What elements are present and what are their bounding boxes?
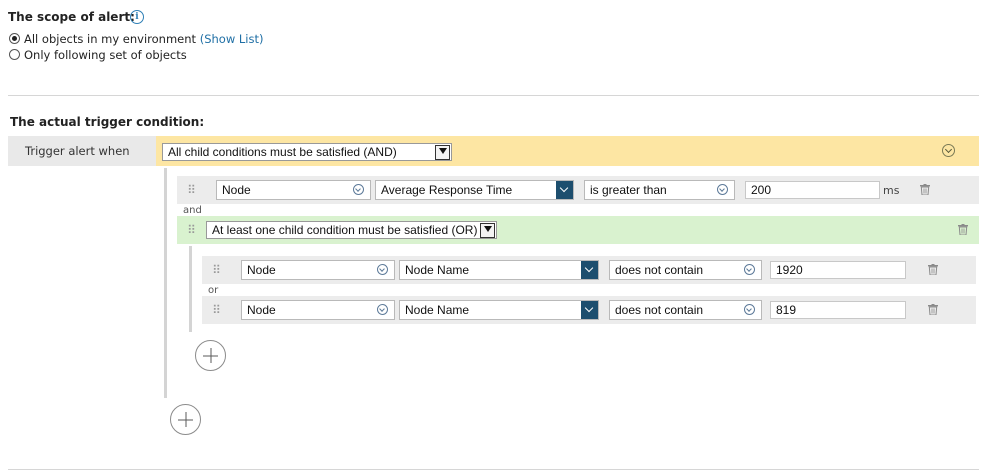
or-condition-row: ⠿ Node Node Name does not contain 819 (202, 296, 976, 324)
drag-handle-icon[interactable]: ⠿ (211, 264, 221, 276)
or-condition-field-select[interactable]: Node Name (399, 260, 599, 280)
chevron-down-icon (377, 264, 388, 275)
chevron-down-icon (581, 261, 598, 279)
show-list-link[interactable]: (Show List) (200, 32, 264, 46)
and-connector-label: and (183, 205, 202, 216)
trigger-label: Trigger alert when (25, 144, 130, 158)
radio-all-objects-label: All objects in my environment (Show List… (24, 32, 263, 46)
radio-all-objects[interactable] (9, 33, 20, 44)
condition-row: ⠿ Node Average Response Time is greater … (177, 176, 979, 204)
trigger-label-box: Trigger alert when (8, 136, 156, 166)
chevron-down-icon (744, 264, 755, 275)
chevron-down-icon (435, 145, 450, 160)
condition-value-input[interactable]: 200 (745, 181, 880, 199)
or-condition-value-input[interactable]: 1920 (770, 261, 906, 279)
chevron-down-icon (717, 184, 728, 195)
scope-title: The scope of alert: (8, 10, 135, 24)
delete-trash-icon[interactable] (958, 224, 968, 238)
drag-handle-icon[interactable]: ⠿ (211, 304, 221, 316)
and-group-rail (164, 168, 167, 398)
condition-object-value: Node (222, 183, 251, 197)
or-condition-operator-value: does not contain (615, 303, 704, 317)
or-group-rail (189, 246, 192, 332)
or-condition-operator-value: does not contain (615, 263, 704, 277)
delete-trash-icon[interactable] (920, 184, 930, 198)
divider-bottom (8, 469, 979, 470)
condition-field-value: Average Response Time (381, 183, 513, 197)
chevron-down-icon (377, 304, 388, 315)
drag-handle-icon[interactable]: ⠿ (186, 224, 196, 236)
chevron-down-icon (744, 304, 755, 315)
condition-object-select[interactable]: Node (216, 180, 371, 200)
or-condition-row: ⠿ Node Node Name does not contain 1920 (202, 256, 976, 284)
and-group-bar: All child conditions must be satisfied (… (156, 136, 979, 166)
or-connector-label: or (208, 285, 219, 296)
chevron-down-icon (556, 181, 573, 199)
and-group-select[interactable]: All child conditions must be satisfied (… (162, 143, 452, 161)
add-or-condition-button[interactable] (195, 340, 226, 371)
or-condition-operator-select[interactable]: does not contain (609, 300, 762, 320)
delete-trash-icon[interactable] (928, 264, 938, 278)
chevron-down-icon (353, 184, 364, 195)
or-condition-object-select[interactable]: Node (241, 300, 395, 320)
divider-top (8, 95, 979, 96)
delete-trash-icon[interactable] (928, 304, 938, 318)
or-condition-field-value: Node Name (405, 263, 470, 277)
chevron-down-icon (480, 223, 495, 238)
collapse-chevron-icon[interactable] (942, 144, 955, 157)
and-group-select-value: All child conditions must be satisfied (… (168, 145, 397, 159)
or-condition-operator-select[interactable]: does not contain (609, 260, 762, 280)
or-condition-field-value: Node Name (405, 303, 470, 317)
trigger-title: The actual trigger condition: (10, 115, 205, 129)
or-condition-object-value: Node (247, 303, 276, 317)
or-group-select-value: At least one child condition must be sat… (212, 223, 478, 237)
drag-handle-icon[interactable]: ⠿ (186, 184, 196, 196)
or-group-select[interactable]: At least one child condition must be sat… (206, 221, 497, 239)
or-condition-field-select[interactable]: Node Name (399, 300, 599, 320)
info-icon[interactable]: i (130, 10, 144, 24)
add-and-condition-button[interactable] (170, 404, 201, 435)
condition-operator-select[interactable]: is greater than (584, 180, 735, 200)
condition-field-select[interactable]: Average Response Time (375, 180, 574, 200)
all-objects-text: All objects in my environment (24, 32, 197, 46)
chevron-down-icon (581, 301, 598, 319)
condition-unit: ms (883, 184, 900, 197)
or-condition-object-select[interactable]: Node (241, 260, 395, 280)
or-condition-object-value: Node (247, 263, 276, 277)
or-group-bar: ⠿ At least one child condition must be s… (177, 216, 979, 244)
condition-operator-value: is greater than (590, 183, 667, 197)
radio-following-set[interactable] (9, 49, 20, 60)
or-condition-value-input[interactable]: 819 (770, 301, 906, 319)
radio-following-set-label: Only following set of objects (24, 48, 187, 62)
